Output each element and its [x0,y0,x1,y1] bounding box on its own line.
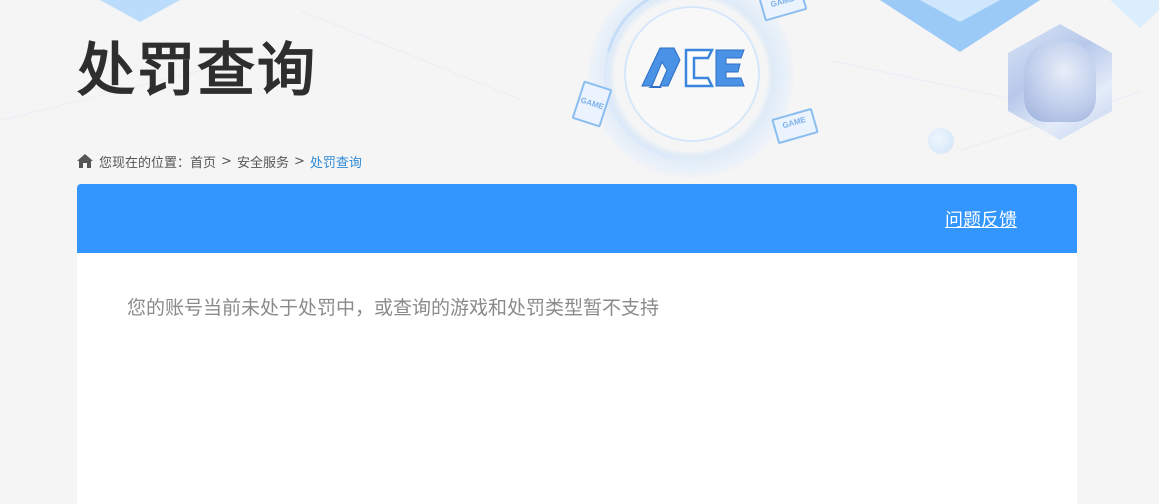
decor-bubble [928,128,954,154]
breadcrumb: 您现在的位置： 首页 > 安全服务 > 处罚查询 [77,150,362,172]
decor-line [829,60,1026,103]
breadcrumb-separator: > [293,153,305,169]
breadcrumb-home[interactable]: 首页 [190,152,216,171]
panel-body: 您的账号当前未处于处罚中，或查询的游戏和处罚类型暂不支持 [77,253,1077,360]
decor-line [299,10,523,101]
result-message: 您的账号当前未处于处罚中，或查询的游戏和处罚类型暂不支持 [127,297,660,319]
feedback-link[interactable]: 问题反馈 [945,206,1017,232]
home-icon [77,154,93,168]
panel-header: 问题反馈 [77,184,1077,253]
game-tag-decor: GAME [758,0,808,22]
decor-triangle [1110,0,1159,28]
breadcrumb-current: 处罚查询 [309,155,362,171]
breadcrumb-prefix: 您现在的位置： [99,155,191,171]
result-panel: 问题反馈 您的账号当前未处于处罚中，或查询的游戏和处罚类型暂不支持 [77,184,1077,504]
decor-triangle [100,0,180,22]
character-figure [1024,42,1096,122]
breadcrumb-separator: > [221,153,232,169]
decor-triangle [920,0,1000,22]
page-title: 处罚查询 [77,36,318,104]
ace-logo-icon [641,47,745,88]
breadcrumb-security-services[interactable]: 安全服务 [237,152,289,171]
